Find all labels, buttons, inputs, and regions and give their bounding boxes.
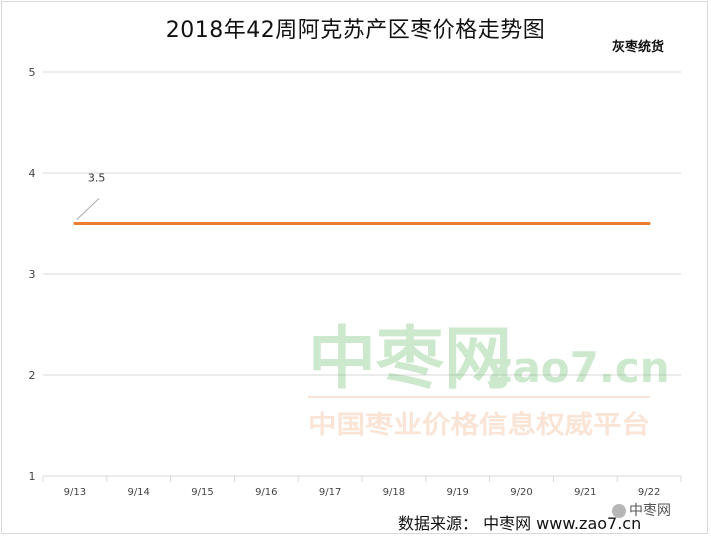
- y-tick-label: 2: [29, 369, 36, 382]
- watermark: 中枣网 zao7.cn 中国枣业价格信息权威平台: [308, 320, 670, 439]
- x-tick-label: 9/22: [638, 487, 660, 498]
- x-tick-label: 9/16: [255, 487, 277, 498]
- y-tick-label: 1: [29, 470, 36, 483]
- y-tick-label: 5: [29, 66, 36, 79]
- y-tick-label: 3: [29, 268, 36, 281]
- y-tick-label: 4: [29, 167, 36, 180]
- wechat-icon: [612, 504, 626, 518]
- series-layer: 3.5: [73, 172, 651, 225]
- x-tick-label: 9/19: [446, 487, 468, 498]
- x-tick-label: 9/20: [510, 487, 532, 498]
- corner-badge: 中枣网: [612, 500, 671, 520]
- source-line: 数据来源： 中枣网 www.zao7.cn: [398, 514, 642, 533]
- y-axis-ticks: 1 2 3 4 5: [29, 66, 36, 483]
- line-chart: 12345 9/13 9/14 9/15 9/16 9/17 9/18 9/19 9/20 9/…: [29, 66, 682, 498]
- watermark-domain: zao7.cn: [488, 343, 670, 392]
- corner-badge-label: 中枣网: [629, 503, 671, 519]
- x-axis-ticks: 9/13 9/14 9/15 9/16 9/17 9/18 9/19 9/20 9/21 9/22: [42, 476, 682, 498]
- watermark-slogan: 中国枣业价格信息权威平台: [308, 410, 650, 439]
- x-tick-label: 9/15: [191, 487, 213, 498]
- watermark-cn: 中枣网: [308, 320, 512, 399]
- x-tick-label: 9/13: [64, 487, 86, 498]
- data-label-leader: [76, 198, 100, 220]
- x-tick-label: 9/18: [383, 487, 405, 498]
- data-label: 3.5: [88, 172, 106, 185]
- x-tick-label: 9/17: [319, 487, 341, 498]
- x-tick-label: 9/14: [127, 487, 149, 498]
- x-tick-label: 9/21: [574, 487, 596, 498]
